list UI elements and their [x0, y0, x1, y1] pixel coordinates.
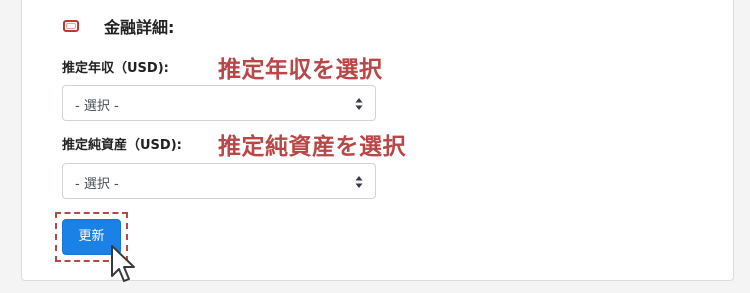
net-worth-label: 推定純資産（USD):: [62, 138, 182, 153]
select-arrows-icon: [355, 176, 363, 188]
banknote-icon: [63, 20, 79, 32]
net-worth-select[interactable]: - 選択 -: [62, 163, 376, 199]
mouse-pointer-icon: [111, 245, 135, 282]
net-worth-annotation: 推定純資産を選択: [218, 134, 406, 160]
annual-income-label: 推定年収（USD):: [62, 61, 169, 76]
select-arrows-icon: [355, 98, 363, 110]
annual-income-selected-value: - 選択 -: [75, 99, 119, 114]
net-worth-selected-value: - 選択 -: [75, 177, 119, 192]
annual-income-annotation: 推定年収を選択: [218, 57, 383, 83]
annual-income-select[interactable]: - 選択 -: [62, 85, 376, 121]
section-title: 金融詳細:: [104, 18, 175, 37]
